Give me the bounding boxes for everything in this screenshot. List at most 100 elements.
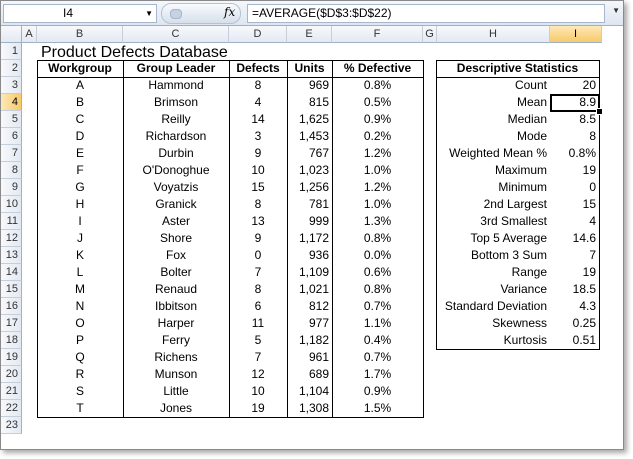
- row-header-7[interactable]: 7: [1, 145, 22, 162]
- table-cell[interactable]: 1,625: [287, 111, 332, 128]
- stats-value[interactable]: 19: [550, 162, 599, 179]
- stats-value[interactable]: 14.6: [550, 230, 599, 247]
- table-cell[interactable]: Aster: [123, 213, 229, 230]
- table-cell[interactable]: F: [37, 162, 123, 179]
- row-header-12[interactable]: 12: [1, 230, 22, 247]
- row-header-18[interactable]: 18: [1, 332, 22, 349]
- table-cell[interactable]: J: [37, 230, 123, 247]
- table-cell[interactable]: 5: [229, 332, 287, 349]
- row-header-15[interactable]: 15: [1, 281, 22, 298]
- row-header-19[interactable]: 19: [1, 349, 22, 366]
- table-cell[interactable]: 0.6%: [332, 264, 423, 281]
- row-header-21[interactable]: 21: [1, 383, 22, 400]
- table-cell[interactable]: Munson: [123, 366, 229, 383]
- table-cell[interactable]: Durbin: [123, 145, 229, 162]
- table-cell[interactable]: E: [37, 145, 123, 162]
- table-cell[interactable]: 1,023: [287, 162, 332, 179]
- table-cell[interactable]: 0.9%: [332, 383, 423, 400]
- table-cell[interactable]: 8: [229, 196, 287, 213]
- fill-handle[interactable]: [596, 108, 603, 115]
- table-cell[interactable]: 961: [287, 349, 332, 366]
- table-cell[interactable]: I: [37, 213, 123, 230]
- table-cell[interactable]: Ibbitson: [123, 298, 229, 315]
- stats-value[interactable]: 15: [550, 196, 599, 213]
- column-header-f[interactable]: F: [332, 26, 423, 43]
- table-cell[interactable]: 1.2%: [332, 179, 423, 196]
- column-header-d[interactable]: D: [229, 26, 287, 43]
- column-header-h[interactable]: H: [437, 26, 550, 43]
- table-cell[interactable]: R: [37, 366, 123, 383]
- table-cell[interactable]: 0.8%: [332, 77, 423, 94]
- table-cell[interactable]: L: [37, 264, 123, 281]
- table-cell[interactable]: 767: [287, 145, 332, 162]
- table-cell[interactable]: 977: [287, 315, 332, 332]
- table-cell[interactable]: Voyatzis: [123, 179, 229, 196]
- table-cell[interactable]: 781: [287, 196, 332, 213]
- table-cell[interactable]: P: [37, 332, 123, 349]
- table-cell[interactable]: Reilly: [123, 111, 229, 128]
- column-header-g[interactable]: G: [423, 26, 437, 43]
- row-header-3[interactable]: 3: [1, 77, 22, 94]
- column-header-a[interactable]: A: [22, 26, 37, 43]
- resize-grip-icon[interactable]: [170, 9, 182, 19]
- stats-value[interactable]: 20: [550, 77, 599, 94]
- table-cell[interactable]: 969: [287, 77, 332, 94]
- table-cell[interactable]: O: [37, 315, 123, 332]
- table-cell[interactable]: N: [37, 298, 123, 315]
- table-cell[interactable]: Shore: [123, 230, 229, 247]
- expand-formula-bar-icon[interactable]: ▼: [612, 6, 620, 15]
- table-cell[interactable]: Q: [37, 349, 123, 366]
- table-cell[interactable]: 0.4%: [332, 332, 423, 349]
- table-cell[interactable]: 1.0%: [332, 196, 423, 213]
- row-header-17[interactable]: 17: [1, 315, 22, 332]
- select-all-button[interactable]: [1, 26, 22, 43]
- table-cell[interactable]: 0.7%: [332, 349, 423, 366]
- stats-value[interactable]: 18.5: [550, 281, 599, 298]
- table-cell[interactable]: Fox: [123, 247, 229, 264]
- chevron-down-icon[interactable]: ▼: [145, 5, 153, 22]
- table-cell[interactable]: 1.2%: [332, 145, 423, 162]
- formula-input[interactable]: =AVERAGE($D$3:$D$22): [247, 4, 605, 23]
- table-cell[interactable]: Brimson: [123, 94, 229, 111]
- table-cell[interactable]: Bolter: [123, 264, 229, 281]
- stats-value[interactable]: 0.25: [550, 315, 599, 332]
- table-cell[interactable]: 0.2%: [332, 128, 423, 145]
- table-cell[interactable]: 1,104: [287, 383, 332, 400]
- table-cell[interactable]: 4: [229, 94, 287, 111]
- column-header-i[interactable]: I: [550, 26, 602, 43]
- table-cell[interactable]: Richens: [123, 349, 229, 366]
- row-header-14[interactable]: 14: [1, 264, 22, 281]
- table-cell[interactable]: 0: [229, 247, 287, 264]
- table-cell[interactable]: C: [37, 111, 123, 128]
- table-cell[interactable]: 1.3%: [332, 213, 423, 230]
- table-cell[interactable]: 15: [229, 179, 287, 196]
- insert-function-icon[interactable]: fx: [224, 5, 235, 19]
- row-header-4[interactable]: 4: [1, 94, 22, 111]
- table-cell[interactable]: 1,172: [287, 230, 332, 247]
- row-header-23[interactable]: 23: [1, 417, 22, 434]
- table-cell[interactable]: 7: [229, 264, 287, 281]
- row-header-8[interactable]: 8: [1, 162, 22, 179]
- table-cell[interactable]: 0.7%: [332, 298, 423, 315]
- table-cell[interactable]: 1,021: [287, 281, 332, 298]
- table-cell[interactable]: O'Donoghue: [123, 162, 229, 179]
- table-cell[interactable]: 9: [229, 230, 287, 247]
- table-cell[interactable]: 999: [287, 213, 332, 230]
- table-cell[interactable]: 0.9%: [332, 111, 423, 128]
- row-header-10[interactable]: 10: [1, 196, 22, 213]
- table-cell[interactable]: 1,453: [287, 128, 332, 145]
- table-cell[interactable]: 12: [229, 366, 287, 383]
- table-cell[interactable]: Jones: [123, 400, 229, 417]
- table-cell[interactable]: 8: [229, 77, 287, 94]
- table-cell[interactable]: 0.5%: [332, 94, 423, 111]
- table-cell[interactable]: G: [37, 179, 123, 196]
- table-cell[interactable]: K: [37, 247, 123, 264]
- table-cell[interactable]: 0.0%: [332, 247, 423, 264]
- table-cell[interactable]: 1,109: [287, 264, 332, 281]
- stats-value[interactable]: 19: [550, 264, 599, 281]
- table-cell[interactable]: Renaud: [123, 281, 229, 298]
- table-cell[interactable]: Little: [123, 383, 229, 400]
- table-cell[interactable]: 9: [229, 145, 287, 162]
- table-cell[interactable]: 13: [229, 213, 287, 230]
- stats-value[interactable]: 4: [550, 213, 599, 230]
